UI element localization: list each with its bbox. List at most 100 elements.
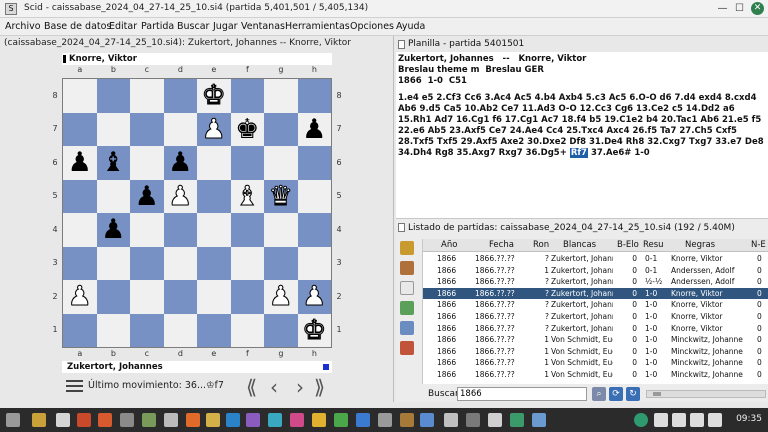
square-f8[interactable] [230,79,264,113]
table-row[interactable]: 1866 1866.??.?? 1 Von Schmidt, Eug 0 1-0 Minck… [423,334,768,346]
square-f4[interactable] [230,213,264,247]
stats-icon[interactable] [400,301,414,315]
square-b7[interactable] [96,112,130,146]
menu-base-de-datos[interactable]: Base de datos [44,21,111,32]
app-icon-22[interactable] [488,413,502,427]
menu-editar[interactable]: Editar [109,21,137,32]
search-icon[interactable] [400,261,414,275]
col-year[interactable]: Año [441,240,457,250]
tray-icon-3[interactable] [690,413,704,427]
square-e6[interactable] [197,146,231,180]
app-icon-13[interactable] [290,413,304,427]
square-f3[interactable] [230,246,264,280]
col-black[interactable]: Negras [685,240,715,250]
menu-ayuda[interactable]: Ayuda [396,21,425,32]
next-move-icon[interactable]: › [296,375,304,399]
square-c6[interactable] [130,146,164,180]
square-f6[interactable] [230,146,264,180]
chess-app-icon[interactable] [120,413,134,427]
menu-partida[interactable]: Partida [141,21,174,32]
square-g7[interactable] [264,112,298,146]
network-icon[interactable] [634,413,648,427]
square-h3[interactable] [297,246,331,280]
square-d7[interactable] [163,112,197,146]
square-c3[interactable] [130,246,164,280]
square-h6[interactable] [297,146,331,180]
square-b2[interactable] [96,280,130,314]
app-icon-18[interactable] [400,413,414,427]
last-move-icon[interactable]: ⟫ [314,375,325,399]
col-result[interactable]: Resu [643,240,667,250]
app-icon-16[interactable] [356,413,370,427]
square-b3[interactable] [96,246,130,280]
hamburger-menu-icon[interactable] [66,380,83,394]
app-icon-15[interactable] [334,413,348,427]
piece-b6[interactable]: ♝ [97,146,131,180]
piece-a2[interactable]: ♟ [63,280,97,314]
app-icon-10[interactable] [226,413,240,427]
piece-e8[interactable]: ♚ [197,79,231,113]
square-e4[interactable] [197,213,231,247]
close-icon[interactable]: ✕ [751,2,764,15]
reset-filter-icon[interactable]: ↻ [626,387,640,401]
game-list-table[interactable]: Año Fecha Ron Blancas B-Elo Resu Negras … [422,239,768,384]
col-white[interactable]: Blancas [563,240,596,250]
piece-c5[interactable]: ♟ [130,180,164,214]
col-white-elo[interactable]: B-Elo [617,240,641,250]
app-icon-21[interactable] [466,413,480,427]
menu-ventanas[interactable]: Ventanas [241,21,285,32]
col-black-elo[interactable]: N-E [751,240,768,250]
scrollbar-thumb[interactable] [653,392,661,396]
previous-move-icon[interactable]: ‹ [270,375,278,399]
menu-herramientas[interactable]: Herramientas [285,21,350,32]
table-row[interactable]: 1866 1866.??.???Zukertort, Johanne 0 0-1 Kno… [423,253,768,265]
piece-h2[interactable]: ♟ [298,280,332,314]
menu-archivo[interactable]: Archivo [5,21,41,32]
square-e5[interactable] [197,179,231,213]
square-d3[interactable] [163,246,197,280]
menu-opciones[interactable]: Opciones [350,21,394,32]
tray-icon-1[interactable] [654,413,668,427]
square-d4[interactable] [163,213,197,247]
window-icon[interactable] [56,413,70,427]
filter-icon[interactable] [400,281,414,295]
table-row[interactable]: 1866 1866.??.???Zukertort, Johanne 0 ½-½ And… [423,276,768,288]
app-icon-8[interactable] [186,413,200,427]
square-a4[interactable] [63,213,97,247]
square-c1[interactable] [130,313,164,347]
square-a8[interactable] [63,79,97,113]
brave-icon[interactable] [98,413,112,427]
table-row[interactable]: 1866 1866.??.???Zukertort, Johanne 0 1-0 Kno… [423,287,768,300]
app-icon-9[interactable] [206,413,220,427]
square-e2[interactable] [197,280,231,314]
square-a1[interactable] [63,313,97,347]
square-g3[interactable] [264,246,298,280]
minimize-icon[interactable]: — [716,2,729,15]
square-c2[interactable] [130,280,164,314]
table-row[interactable]: 1866 1866.??.???Zukertort, Johanne 0 1-0 Kno… [423,311,768,323]
horizontal-scrollbar[interactable] [646,390,766,398]
chess-board[interactable]: ♚ ♟ ♚ ♟ ♟ ♝ ♟ ♟ ♟ ♝ ♛ ♟ ♟ ♟ ♟ ♚ [62,78,332,348]
app-icon-20[interactable] [444,413,458,427]
refresh-icon[interactable]: ⟳ [609,387,623,401]
pgn-moves-after[interactable]: 37.Ae6# 1-0 [588,148,650,158]
pgn-current-move[interactable]: Rf7 [569,148,588,158]
table-row[interactable]: 1866 1866.??.?? 1 Von Schmidt, Eug 0 1-0 Minck… [423,369,768,381]
table-row[interactable]: 1866 1866.??.?? 1Zukertort, Johanne 0 0-1 And… [423,265,768,277]
piece-f7[interactable]: ♚ [231,113,265,147]
app-icon-14[interactable] [312,413,326,427]
piece-b4[interactable]: ♟ [97,213,131,247]
square-g4[interactable] [264,213,298,247]
square-e3[interactable] [197,246,231,280]
square-d2[interactable] [163,280,197,314]
table-row[interactable]: 1866 1866.??.?? 1 Von Schmidt, Eug 0 1-0 Minck… [423,357,768,369]
square-e1[interactable] [197,313,231,347]
columns-icon[interactable] [400,321,414,335]
piece-f5[interactable]: ♝ [231,180,265,214]
table-row[interactable]: 1866 1866.??.?? 1 Von Schmidt, Eug 0 1-0 Minck… [423,346,768,358]
menu-jugar[interactable]: Jugar [213,21,238,32]
square-d1[interactable] [163,313,197,347]
piece-g2[interactable]: ♟ [264,280,298,314]
app-icon-11[interactable] [246,413,260,427]
app-icon-7[interactable] [164,413,178,427]
